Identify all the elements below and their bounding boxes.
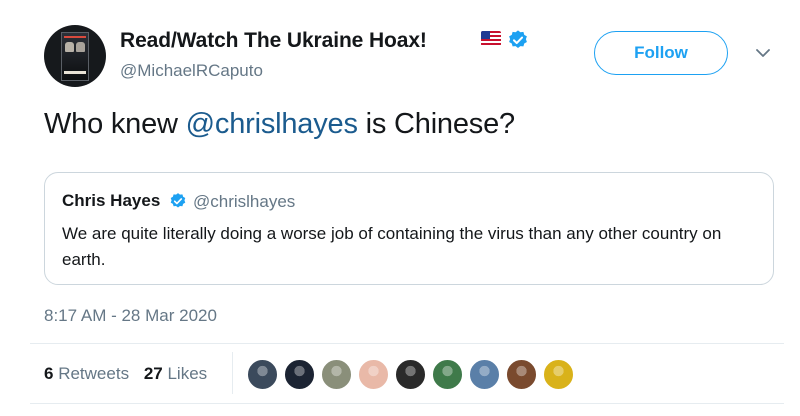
liker-avatar-4[interactable] (357, 358, 390, 391)
liker-avatar-1[interactable] (246, 358, 279, 391)
likes-stat[interactable]: 27 Likes (144, 364, 207, 383)
liker-avatar-2[interactable] (283, 358, 316, 391)
likes-count: 27 (143, 364, 163, 383)
retweets-count: 6 (44, 364, 54, 383)
liker-avatar-3[interactable] (320, 358, 353, 391)
mention-link[interactable]: @chrislhayes (186, 108, 358, 140)
liker-avatar-5[interactable] (394, 358, 427, 391)
tweet-header: Read/Watch The Ukraine Hoax! @MichaelRCa… (44, 25, 784, 87)
quoted-tweet-card[interactable]: Chris Hayes @chrislhayes We are quite li… (44, 172, 774, 285)
author-avatar[interactable] (44, 25, 106, 87)
tweet-timestamp[interactable]: 8:17 AM - 28 Mar 2020 (44, 306, 217, 326)
divider (30, 343, 784, 344)
us-flag-icon (481, 31, 501, 46)
tweet-text-suffix: is Chinese? (357, 108, 516, 140)
retweets-stat[interactable]: 6 Retweets (44, 364, 129, 383)
verified-badge-icon (509, 30, 527, 48)
verified-badge-icon (170, 193, 186, 208)
liker-avatar-9[interactable] (542, 358, 575, 391)
liker-avatar-8[interactable] (505, 358, 538, 391)
retweets-label: Retweets (58, 364, 130, 383)
quoted-author-handle[interactable]: @chrislhayes (193, 192, 295, 212)
author-display-name[interactable]: Read/Watch The Ukraine Hoax! (120, 29, 427, 53)
liker-avatar-6[interactable] (431, 358, 464, 391)
likes-label: Likes (167, 364, 208, 383)
quoted-author-name[interactable]: Chris Hayes (62, 191, 160, 211)
quoted-tweet-text: We are quite literally doing a worse job… (62, 224, 722, 269)
author-handle[interactable]: @MichaelRCaputo (120, 61, 263, 81)
tweet-text: Who knew @chrislhayes is Chinese? (44, 108, 515, 141)
engagement-stats: 6 Retweets 27 Likes (44, 364, 217, 384)
tweet-text-prefix: Who knew (44, 108, 186, 140)
book-cover-icon (61, 32, 89, 81)
chevron-down-icon[interactable] (755, 47, 771, 59)
stats-separator (232, 352, 233, 394)
follow-button[interactable]: Follow (594, 31, 728, 75)
divider (30, 403, 784, 404)
liker-avatar-7[interactable] (468, 358, 501, 391)
